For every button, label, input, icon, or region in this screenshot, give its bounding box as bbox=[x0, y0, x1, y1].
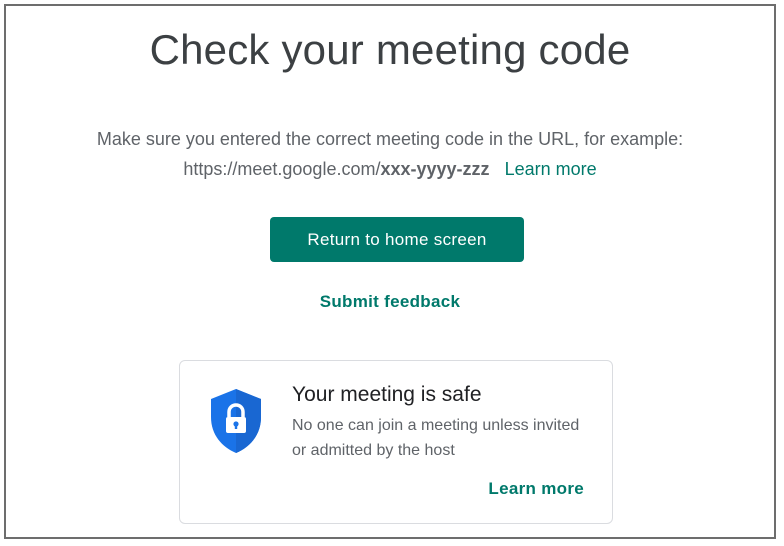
return-home-button[interactable]: Return to home screen bbox=[270, 217, 524, 262]
page-frame: Check your meeting code Make sure you en… bbox=[4, 4, 776, 539]
card-learn-more-link[interactable]: Learn more bbox=[488, 479, 584, 499]
example-url-line: https://meet.google.com/xxx-yyyy-zzz Lea… bbox=[6, 154, 774, 184]
example-url-code: xxx-yyyy-zzz bbox=[380, 159, 490, 179]
submit-feedback-link[interactable]: Submit feedback bbox=[6, 292, 774, 312]
example-url-prefix: https://meet.google.com/ bbox=[183, 159, 381, 179]
shield-lock-icon bbox=[211, 389, 261, 453]
meeting-safe-card: Your meeting is safe No one can join a m… bbox=[179, 360, 613, 524]
message-line: Make sure you entered the correct meetin… bbox=[96, 129, 684, 149]
error-message: Make sure you entered the correct meetin… bbox=[6, 124, 774, 184]
card-description: No one can join a meeting unless invited… bbox=[292, 417, 580, 459]
card-title: Your meeting is safe bbox=[292, 383, 482, 406]
learn-more-link[interactable]: Learn more bbox=[505, 159, 597, 179]
page-title: Check your meeting code bbox=[149, 26, 631, 73]
